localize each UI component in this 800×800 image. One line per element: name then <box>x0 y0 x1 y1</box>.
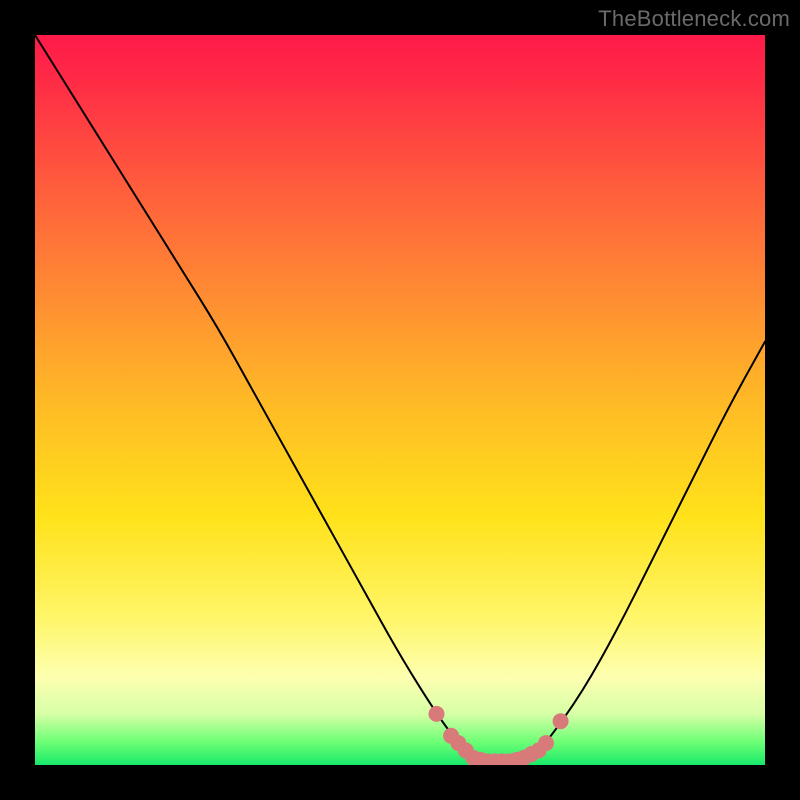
trough-marker <box>429 706 569 765</box>
chart-svg <box>35 35 765 765</box>
trough-dot <box>429 706 445 722</box>
bottleneck-curve <box>35 35 765 761</box>
watermark-text: TheBottleneck.com <box>598 6 790 32</box>
plot-area <box>35 35 765 765</box>
trough-dot <box>553 713 569 729</box>
trough-dot <box>538 735 554 751</box>
chart-frame: TheBottleneck.com <box>0 0 800 800</box>
